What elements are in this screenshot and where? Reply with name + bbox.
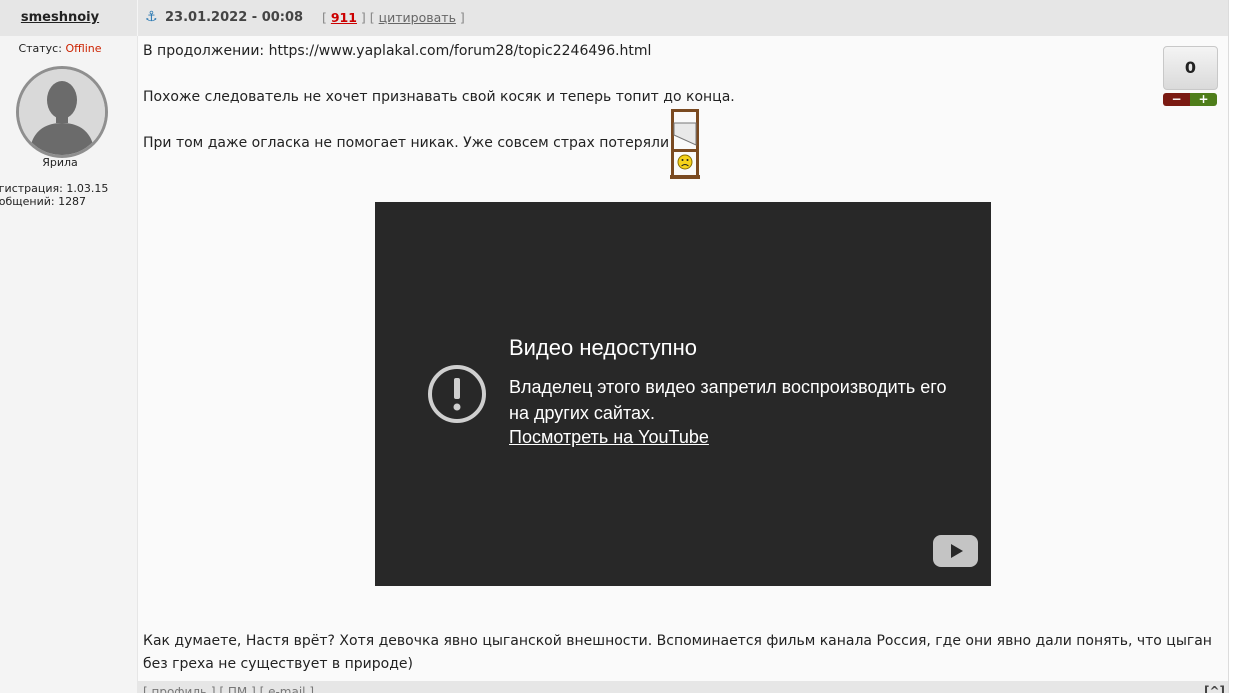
watch-on-youtube-link[interactable]: Посмотреть на YouTube — [509, 427, 709, 448]
rating-buttons: − + — [1163, 93, 1218, 106]
avatar[interactable] — [16, 66, 108, 158]
author-status: Статус: Offline — [0, 42, 120, 55]
youtube-logo-icon[interactable] — [933, 535, 978, 567]
default-avatar-icon — [19, 69, 105, 155]
post-actions: [ 911 ] [ цитировать ] — [322, 10, 465, 25]
status-label: Статус: — [18, 42, 62, 55]
post-line-4: Как думаете, Настя врёт? Хотя девочка яв… — [143, 630, 1221, 676]
post-header: ⚓ 23.01.2022 - 00:08 [ 911 ] [ цитироват… — [138, 0, 1229, 36]
author-header: smeshnoiy — [0, 0, 138, 36]
rating-count: 0 — [1163, 46, 1218, 90]
post-footer: [ профиль ] [ ПМ ] [ e-mail ] [^] — [138, 681, 1229, 693]
author-message-count: ообщений: 1287 — [0, 195, 87, 208]
scroll-to-top-link[interactable]: [^] — [1204, 684, 1225, 693]
video-error-title: Видео недоступно — [509, 335, 697, 360]
guillotine-smiley-icon — [670, 109, 700, 179]
youtube-embed[interactable]: Видео недоступно Владелец этого видео за… — [375, 202, 991, 586]
status-value: Offline — [65, 42, 102, 55]
film-link[interactable]: фильм — [766, 633, 815, 649]
page-right-edge — [1228, 0, 1236, 693]
anchor-icon[interactable]: ⚓ — [145, 9, 158, 25]
rating-widget: 0 − + — [1163, 46, 1218, 106]
vote-up-button[interactable]: + — [1190, 93, 1217, 106]
author-info-panel: Статус: Offline Ярила егистрация: 1.03.1… — [0, 36, 138, 693]
video-error-message: Владелец этого видео запретил воспроизво… — [509, 377, 947, 423]
topic-link[interactable]: https://www.yaplakal.com/forum28/topic22… — [269, 43, 652, 59]
author-contact-links[interactable]: [ профиль ] [ ПМ ] [ e-mail ] — [143, 685, 314, 693]
post-number-link[interactable]: 911 — [331, 10, 357, 25]
post-line-3: При том даже огласка не помогает никак. … — [143, 135, 670, 151]
post-line-1-prefix: В продолжении: — [143, 43, 269, 59]
author-username-link[interactable]: smeshnoiy — [0, 10, 120, 25]
author-registration: егистрация: 1.03.15 — [0, 182, 109, 195]
post-datetime: 23.01.2022 - 00:08 — [165, 10, 304, 25]
quote-link[interactable]: цитировать — [379, 10, 456, 25]
post-line-1: В продолжении: https://www.yaplakal.com/… — [143, 40, 651, 63]
post-line-4-before: Как думаете, Настя врёт? Хотя девочка яв… — [143, 633, 767, 649]
post-line-2: Похоже следователь не хочет признавать с… — [143, 89, 735, 105]
author-rank: Ярила — [42, 156, 78, 169]
error-icon — [428, 365, 486, 423]
vote-down-button[interactable]: − — [1163, 93, 1190, 106]
